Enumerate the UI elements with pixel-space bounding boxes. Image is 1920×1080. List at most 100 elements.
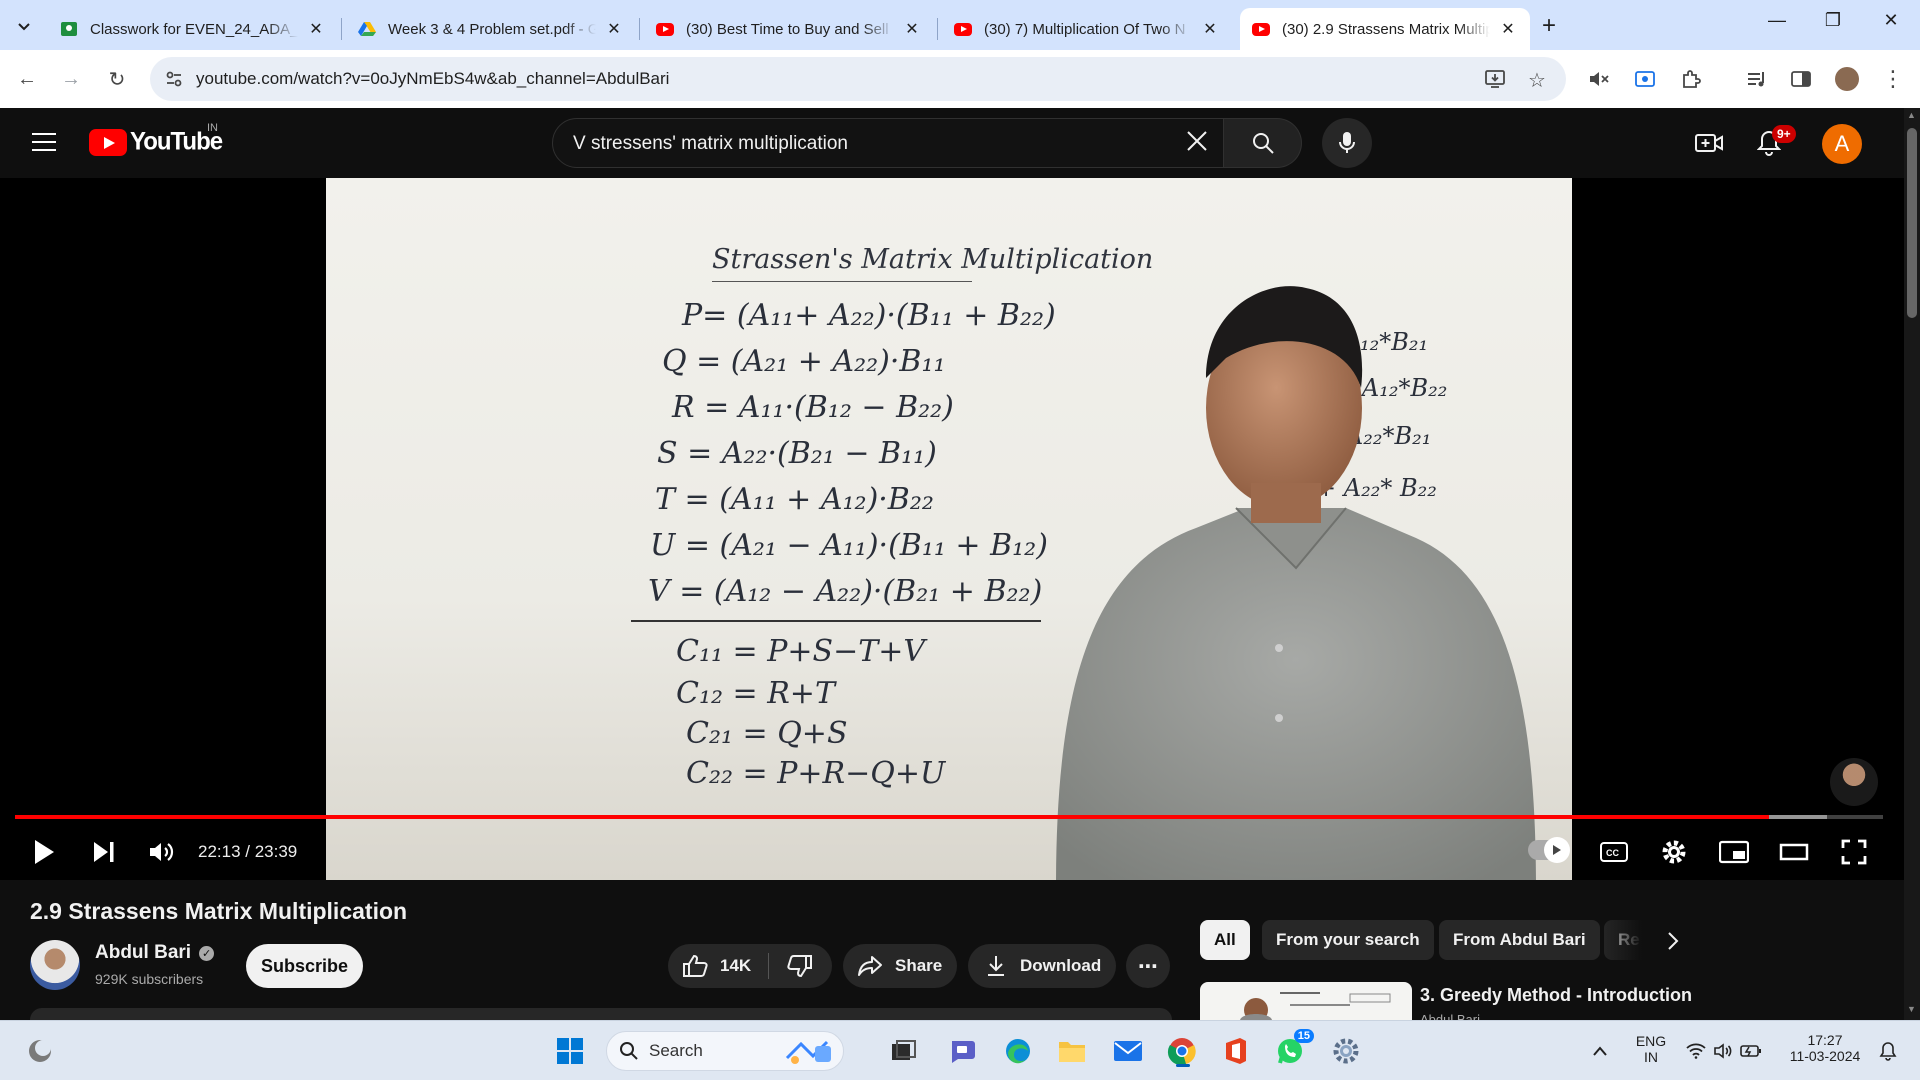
- like-button[interactable]: 14K: [668, 954, 768, 978]
- scrollbar-thumb[interactable]: [1907, 128, 1917, 318]
- tab-search-button[interactable]: [10, 12, 38, 40]
- play-button[interactable]: [26, 829, 62, 875]
- windows-taskbar: Search 15 ENG IN 17:27 11-03-2024: [0, 1020, 1920, 1080]
- miniplayer-button[interactable]: [1716, 829, 1752, 875]
- browser-tab[interactable]: Classwork for EVEN_24_ADA_AF ✕: [48, 8, 338, 50]
- tab-muted-icon[interactable]: [1586, 66, 1612, 92]
- channel-watermark[interactable]: [1830, 758, 1878, 806]
- board-equation: Q = (A₂₁ + A₂₂)·B₁₁: [662, 344, 946, 379]
- whatsapp-icon[interactable]: 15: [1272, 1029, 1314, 1069]
- teams-chat-icon[interactable]: [944, 1033, 980, 1069]
- share-button[interactable]: Share: [843, 944, 957, 988]
- create-video-icon[interactable]: [1694, 128, 1724, 158]
- media-controls-icon[interactable]: [1744, 66, 1770, 92]
- chrome-profile-avatar[interactable]: [1834, 66, 1860, 92]
- chrome-taskbar-icon[interactable]: [1164, 1033, 1200, 1069]
- tab-separator: [639, 18, 640, 40]
- volume-button[interactable]: [144, 829, 180, 875]
- browser-tab[interactable]: (30) Best Time to Buy and Sell S ✕: [644, 8, 934, 50]
- board-equation: T = (A₁₁ + A₁₂)·B₂₂: [655, 482, 934, 517]
- screen-capture-icon[interactable]: [1632, 66, 1658, 92]
- system-tray-status[interactable]: [1682, 1033, 1766, 1069]
- browser-tab-strip: Classwork for EVEN_24_ADA_AF ✕ Week 3 & …: [0, 0, 1920, 50]
- settings-button[interactable]: [1656, 829, 1692, 875]
- recommendation-channel[interactable]: Abdul Bari: [1420, 1012, 1480, 1020]
- video-frame[interactable]: Strassen's Matrix Multiplication P= (A₁₁…: [326, 178, 1572, 880]
- recommendation-thumbnail[interactable]: [1200, 982, 1412, 1020]
- chrome-menu-icon[interactable]: ⋮: [1880, 66, 1906, 92]
- page-scrollbar[interactable]: ▲ ▼: [1904, 108, 1920, 1020]
- new-tab-button[interactable]: +: [1542, 12, 1556, 40]
- browser-tab[interactable]: (30) 7) Multiplication Of Two N ✕: [942, 8, 1232, 50]
- widgets-icon[interactable]: [22, 1033, 58, 1069]
- reload-icon[interactable]: ↻: [102, 64, 132, 94]
- board-result: C₂₂ = P+R−Q+U: [686, 756, 946, 791]
- browser-tab-active[interactable]: (30) 2.9 Strassens Matrix Multip ✕: [1240, 8, 1530, 50]
- recommendation-title[interactable]: 3. Greedy Method - Introduction: [1420, 985, 1692, 1006]
- search-input[interactable]: V stressens' matrix multiplication: [552, 118, 1224, 168]
- file-explorer-icon[interactable]: [1054, 1033, 1090, 1069]
- dislike-button[interactable]: [769, 954, 831, 978]
- scroll-up-icon[interactable]: ▲: [1907, 110, 1916, 120]
- board-result: C₁₁ = P+S−T+V: [676, 634, 926, 669]
- start-windows-icon[interactable]: [552, 1033, 588, 1069]
- taskbar-search-label: Search: [649, 1041, 703, 1060]
- taskbar-search[interactable]: Search: [606, 1031, 844, 1071]
- captions-button[interactable]: CC: [1596, 829, 1632, 875]
- classroom-icon: [60, 20, 78, 38]
- office-icon[interactable]: [1218, 1033, 1254, 1069]
- subscriber-count: 929K subscribers: [95, 971, 204, 987]
- close-icon[interactable]: ✕: [306, 19, 326, 39]
- language-indicator[interactable]: ENG IN: [1628, 1033, 1674, 1065]
- notification-bell-icon[interactable]: [1874, 1033, 1902, 1069]
- address-bar[interactable]: youtube.com/watch?v=0oJyNmEbS4w&ab_chann…: [150, 57, 1566, 101]
- region-code: IN: [1644, 1049, 1658, 1065]
- scroll-down-icon[interactable]: ▼: [1907, 1004, 1916, 1014]
- forward-icon[interactable]: →: [56, 64, 86, 94]
- clear-search-icon[interactable]: [1185, 128, 1209, 160]
- account-avatar[interactable]: A: [1822, 124, 1862, 164]
- extensions-icon[interactable]: [1678, 66, 1704, 92]
- search-button[interactable]: [1224, 118, 1302, 168]
- more-actions-button[interactable]: ⋯: [1126, 944, 1170, 988]
- show-hidden-icons-chevron-up-icon[interactable]: [1582, 1033, 1618, 1069]
- notifications-badge: 9+: [1772, 125, 1796, 143]
- chip-from-abdul-bari[interactable]: From Abdul Bari: [1439, 920, 1600, 960]
- hamburger-menu-icon[interactable]: [32, 133, 56, 151]
- subscribe-button[interactable]: Subscribe: [246, 944, 363, 988]
- task-view-icon[interactable]: [886, 1033, 922, 1069]
- description-box[interactable]: [30, 1008, 1172, 1020]
- bookmark-star-icon[interactable]: ☆: [1528, 68, 1546, 93]
- download-button[interactable]: Download: [968, 944, 1116, 988]
- chevron-right-icon[interactable]: [1658, 926, 1688, 956]
- close-icon[interactable]: ✕: [902, 19, 922, 39]
- fullscreen-button[interactable]: [1836, 829, 1872, 875]
- chip-all[interactable]: All: [1200, 920, 1250, 960]
- youtube-icon: [954, 20, 972, 38]
- close-icon[interactable]: ✕: [604, 19, 624, 39]
- close-icon[interactable]: ✕: [1200, 19, 1220, 39]
- browser-tab[interactable]: Week 3 & 4 Problem set.pdf - G ✕: [346, 8, 636, 50]
- window-close-icon[interactable]: ✕: [1866, 10, 1916, 31]
- site-settings-icon[interactable]: [164, 69, 184, 89]
- mail-icon[interactable]: [1110, 1033, 1146, 1069]
- channel-name[interactable]: Abdul Bari ✓: [95, 942, 215, 964]
- next-video-button[interactable]: [86, 829, 122, 875]
- close-icon[interactable]: ✕: [1498, 19, 1518, 39]
- edge-browser-icon[interactable]: [1000, 1033, 1036, 1069]
- autoplay-toggle[interactable]: [1528, 837, 1570, 863]
- voice-search-button[interactable]: [1322, 118, 1372, 168]
- youtube-logo[interactable]: YouTube IN: [89, 122, 223, 156]
- clock[interactable]: 17:27 11-03-2024: [1780, 1032, 1870, 1064]
- side-panel-icon[interactable]: [1788, 66, 1814, 92]
- channel-avatar[interactable]: [30, 940, 80, 990]
- video-player[interactable]: Strassen's Matrix Multiplication P= (A₁₁…: [0, 178, 1904, 880]
- minimize-icon[interactable]: —: [1752, 10, 1802, 31]
- install-app-icon[interactable]: [1484, 68, 1506, 96]
- back-icon[interactable]: ←: [12, 64, 42, 94]
- chip-from-your-search[interactable]: From your search: [1262, 920, 1434, 960]
- settings-icon[interactable]: [1328, 1033, 1364, 1069]
- restore-icon[interactable]: ❐: [1808, 10, 1858, 31]
- video-progress-bar[interactable]: [15, 815, 1883, 819]
- theater-mode-button[interactable]: [1776, 829, 1812, 875]
